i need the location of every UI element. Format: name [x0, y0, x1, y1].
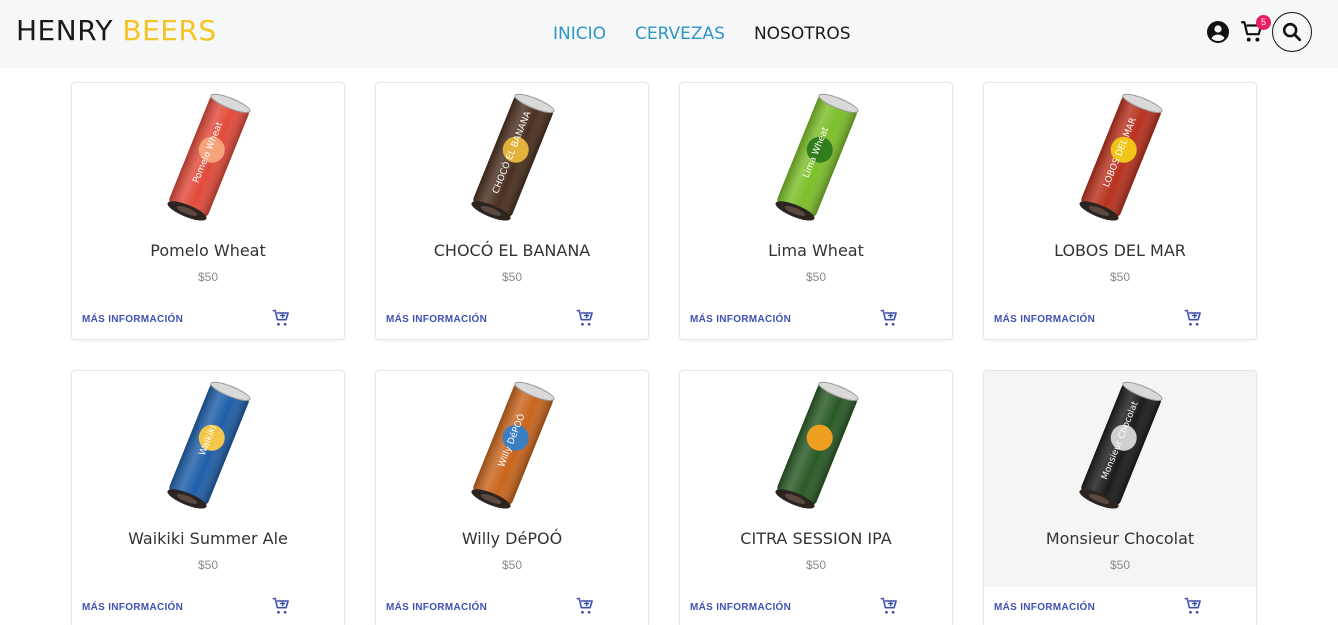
product-image: Pomelo Wheat — [72, 89, 344, 229]
product-grid: Pomelo Wheat Pomelo Wheat $50 MÁS INFORM… — [71, 82, 1257, 625]
product-card: LOBOS DEL MAR LOBOS DEL MAR $50 MÁS INFO… — [983, 82, 1257, 340]
more-info-button[interactable]: MÁS INFORMACIÓN — [386, 602, 487, 613]
beer-can-image — [775, 381, 859, 509]
add-to-cart-icon[interactable] — [271, 596, 291, 616]
product-card: CHOCÓ EL BANANA CHOCÓ EL BANANA $50 MÁS … — [375, 82, 649, 340]
more-info-button[interactable]: MÁS INFORMACIÓN — [386, 314, 487, 325]
search-icon — [1282, 22, 1302, 42]
more-info-button[interactable]: MÁS INFORMACIÓN — [690, 314, 791, 325]
more-info-button[interactable]: MÁS INFORMACIÓN — [994, 602, 1095, 613]
nav-nosotros[interactable]: NOSOTROS — [754, 24, 851, 44]
cart-count-badge: 5 — [1256, 15, 1271, 30]
brand-beers: BEERS — [122, 14, 217, 47]
more-info-button[interactable]: MÁS INFORMACIÓN — [994, 314, 1095, 325]
product-image: Waikiki — [72, 377, 344, 517]
product-name: LOBOS DEL MAR — [1054, 241, 1186, 260]
beer-can-image: Waikiki — [167, 381, 251, 509]
beer-can-image: Monsieur Chocolat — [1079, 381, 1163, 509]
beer-can-image: Lima Wheat — [775, 93, 859, 221]
product-image: Lima Wheat — [680, 89, 952, 229]
product-card: Pomelo Wheat Pomelo Wheat $50 MÁS INFORM… — [71, 82, 345, 340]
product-card: Monsieur Chocolat Monsieur Chocolat $50 … — [983, 370, 1257, 625]
product-name: Monsieur Chocolat — [1045, 529, 1195, 548]
main-nav: INICIO CERVEZAS NOSOTROS — [553, 24, 851, 44]
more-info-button[interactable]: MÁS INFORMACIÓN — [82, 314, 183, 325]
user-circle-icon[interactable] — [1206, 20, 1230, 44]
brand-henry: HENRY — [16, 14, 113, 47]
product-image: Monsieur Chocolat — [984, 377, 1256, 517]
product-name: Lima Wheat — [768, 241, 864, 260]
cart-button[interactable]: 5 — [1239, 15, 1271, 45]
product-card: CITRA SESSION IPA $50 MÁS INFORMACIÓN — [679, 370, 953, 625]
search-button[interactable] — [1272, 12, 1312, 52]
product-image: LOBOS DEL MAR — [984, 89, 1256, 229]
product-name: CITRA SESSION IPA — [740, 529, 892, 548]
product-image: CHOCÓ EL BANANA — [376, 89, 648, 229]
more-info-button[interactable]: MÁS INFORMACIÓN — [82, 602, 183, 613]
product-card-action-area[interactable]: Waikiki Waikiki Summer Ale $50 — [72, 371, 344, 587]
product-name: Willy DéPOÓ — [461, 529, 563, 548]
nav-inicio[interactable]: INICIO — [553, 24, 606, 44]
product-card: Lima Wheat Lima Wheat $50 MÁS INFORMACIÓ… — [679, 82, 953, 340]
add-to-cart-icon[interactable] — [1183, 596, 1203, 616]
product-card-action-area[interactable]: Monsieur Chocolat Monsieur Chocolat $50 — [984, 371, 1256, 587]
product-price: $50 — [197, 558, 219, 572]
beer-can-image: CHOCÓ EL BANANA — [471, 93, 555, 221]
product-name: Waikiki Summer Ale — [128, 529, 288, 548]
top-app-bar: HENRY BEERS INICIO CERVEZAS NOSOTROS 5 — [0, 0, 1338, 68]
product-image — [680, 377, 952, 517]
add-to-cart-icon[interactable] — [879, 308, 899, 328]
product-price: $50 — [501, 270, 523, 284]
product-price: $50 — [805, 558, 827, 572]
nav-cervezas[interactable]: CERVEZAS — [635, 24, 725, 44]
header-actions: 5 — [1206, 12, 1312, 52]
beer-can-image: Willy DéPOÓ — [471, 381, 555, 509]
product-card: Willy DéPOÓ Willy DéPOÓ $50 MÁS INFORMAC… — [375, 370, 649, 625]
more-info-button[interactable]: MÁS INFORMACIÓN — [690, 602, 791, 613]
product-name: Pomelo Wheat — [150, 241, 266, 260]
product-price: $50 — [501, 558, 523, 572]
beer-can-image: LOBOS DEL MAR — [1079, 93, 1163, 221]
product-price: $50 — [1109, 558, 1131, 572]
product-price: $50 — [805, 270, 827, 284]
product-price: $50 — [197, 270, 219, 284]
add-to-cart-icon[interactable] — [575, 596, 595, 616]
product-card-action-area[interactable]: Lima Wheat Lima Wheat $50 — [680, 83, 952, 299]
product-card: Waikiki Waikiki Summer Ale $50 MÁS INFOR… — [71, 370, 345, 625]
product-card-action-area[interactable]: CHOCÓ EL BANANA CHOCÓ EL BANANA $50 — [376, 83, 648, 299]
add-to-cart-icon[interactable] — [575, 308, 595, 328]
product-image: Willy DéPOÓ — [376, 377, 648, 517]
product-card-action-area[interactable]: Willy DéPOÓ Willy DéPOÓ $50 — [376, 371, 648, 587]
product-card-action-area[interactable]: LOBOS DEL MAR LOBOS DEL MAR $50 — [984, 83, 1256, 299]
product-name: CHOCÓ EL BANANA — [433, 241, 591, 260]
brand-logo[interactable]: HENRY BEERS — [16, 14, 217, 47]
add-to-cart-icon[interactable] — [1183, 308, 1203, 328]
product-card-action-area[interactable]: Pomelo Wheat Pomelo Wheat $50 — [72, 83, 344, 299]
add-to-cart-icon[interactable] — [271, 308, 291, 328]
product-card-action-area[interactable]: CITRA SESSION IPA $50 — [680, 371, 952, 587]
beer-can-image: Pomelo Wheat — [167, 93, 251, 221]
add-to-cart-icon[interactable] — [879, 596, 899, 616]
product-price: $50 — [1109, 270, 1131, 284]
